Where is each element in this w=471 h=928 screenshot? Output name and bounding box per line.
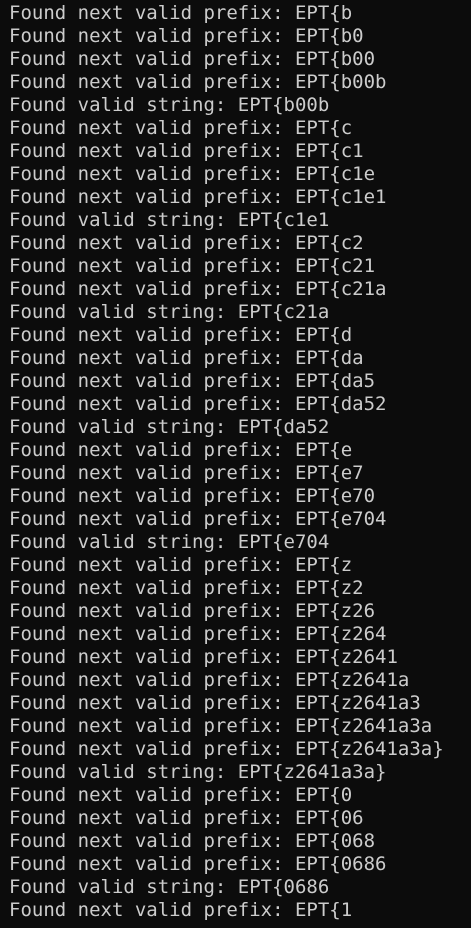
terminal-line: Found valid string: EPT{e704 — [9, 531, 330, 553]
terminal-line: Found next valid prefix: EPT{z2641 — [9, 646, 398, 668]
terminal-line: Found next valid prefix: EPT{068 — [9, 830, 376, 852]
terminal-line: Found valid string: EPT{da52 — [9, 416, 330, 438]
terminal-line: Found next valid prefix: EPT{z2641a3a} — [9, 738, 444, 760]
terminal-line: Found next valid prefix: EPT{c1e1 — [9, 186, 387, 208]
terminal-line: Found next valid prefix: EPT{b00 — [9, 48, 376, 70]
terminal-line: Found next valid prefix: EPT{b0 — [9, 25, 364, 47]
terminal-line: Found next valid prefix: EPT{c2 — [9, 232, 364, 254]
terminal-line: Found next valid prefix: EPT{b — [9, 2, 353, 24]
terminal-line: Found next valid prefix: EPT{e704 — [9, 508, 387, 530]
terminal-output[interactable]: Found next valid prefix: EPT{b Found next… — [9, 2, 444, 922]
terminal-line: Found next valid prefix: EPT{z — [9, 554, 353, 576]
terminal-line: Found next valid prefix: EPT{da52 — [9, 393, 387, 415]
terminal-line: Found next valid prefix: EPT{z264 — [9, 623, 387, 645]
terminal-line: Found valid string: EPT{c21a — [9, 301, 330, 323]
terminal-line: Found next valid prefix: EPT{0 — [9, 784, 353, 806]
terminal-line: Found next valid prefix: EPT{d — [9, 324, 353, 346]
terminal-line: Found next valid prefix: EPT{c21a — [9, 278, 387, 300]
terminal-line: Found next valid prefix: EPT{e7 — [9, 462, 364, 484]
terminal-line: Found next valid prefix: EPT{c1 — [9, 140, 364, 162]
terminal-line: Found next valid prefix: EPT{c — [9, 117, 353, 139]
terminal-line: Found next valid prefix: EPT{0686 — [9, 853, 387, 875]
terminal-line: Found next valid prefix: EPT{e — [9, 439, 353, 461]
terminal-line: Found next valid prefix: EPT{e70 — [9, 485, 376, 507]
terminal-line: Found next valid prefix: EPT{c21 — [9, 255, 376, 277]
terminal-line: Found next valid prefix: EPT{z2641a3 — [9, 692, 421, 714]
terminal-line: Found next valid prefix: EPT{da — [9, 347, 364, 369]
terminal-line: Found next valid prefix: EPT{z2 — [9, 577, 364, 599]
terminal-line: Found valid string: EPT{c1e1 — [9, 209, 330, 231]
terminal-line: Found valid string: EPT{b00b — [9, 94, 330, 116]
terminal-line: Found valid string: EPT{z2641a3a} — [9, 761, 387, 783]
terminal-line: Found next valid prefix: EPT{da5 — [9, 370, 376, 392]
terminal-line: Found next valid prefix: EPT{06 — [9, 807, 364, 829]
terminal-line: Found next valid prefix: EPT{b00b — [9, 71, 387, 93]
terminal-line: Found next valid prefix: EPT{z26 — [9, 600, 376, 622]
terminal-line: Found next valid prefix: EPT{z2641a3a — [9, 715, 433, 737]
terminal-window[interactable]: Found next valid prefix: EPT{b Found next… — [0, 0, 471, 928]
terminal-line: Found valid string: EPT{0686 — [9, 876, 330, 898]
terminal-line: Found next valid prefix: EPT{1 — [9, 899, 353, 921]
terminal-line: Found next valid prefix: EPT{z2641a — [9, 669, 410, 691]
terminal-line: Found next valid prefix: EPT{c1e — [9, 163, 376, 185]
